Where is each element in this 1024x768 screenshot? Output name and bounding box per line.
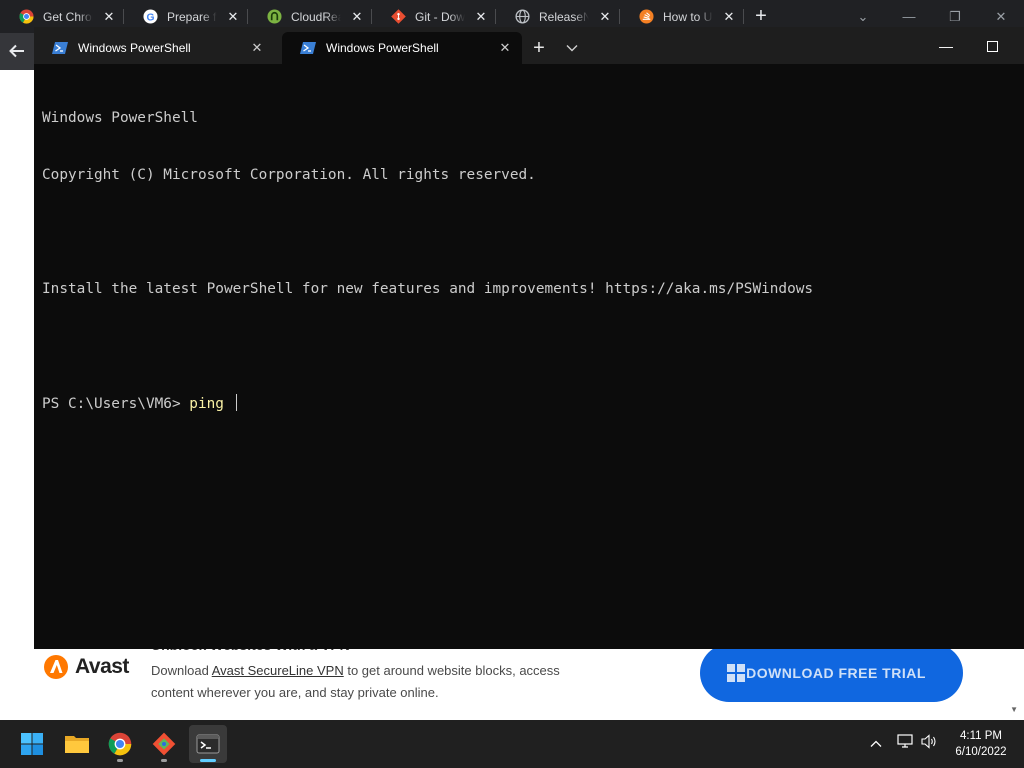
network-icon[interactable]	[892, 734, 918, 754]
cloudready-icon	[267, 9, 282, 24]
browser-tab-title: How to Uninstall	[663, 9, 713, 24]
ad-text-before: Download	[151, 663, 212, 678]
google-icon: G	[143, 9, 158, 24]
taskbar-clock[interactable]: 4:11 PM 6/10/2022	[940, 728, 1022, 760]
terminal-prompt: PS C:\Users\VM6>	[42, 396, 190, 412]
browser-tab-title: CloudReady	[291, 9, 341, 24]
terminal-line: Install the latest PowerShell for new fe…	[42, 281, 814, 297]
minimize-icon[interactable]: —	[923, 32, 969, 60]
browser-tab-title: Prepare for	[167, 9, 217, 24]
close-icon[interactable]: ✕	[102, 9, 116, 25]
terminal-line: Windows PowerShell	[42, 110, 198, 126]
stackoverflow-icon	[639, 9, 654, 24]
clock-date: 6/10/2022	[955, 746, 1007, 758]
terminal-tab-title: Windows PowerShell	[326, 41, 439, 55]
download-button-label: DOWNLOAD FREE TRIAL	[746, 664, 926, 681]
maximize-icon[interactable]	[969, 32, 1015, 60]
terminal-icon[interactable]	[189, 725, 227, 763]
svg-text:G: G	[146, 12, 154, 23]
close-icon[interactable]: ✕	[978, 9, 1024, 25]
close-icon[interactable]: ✕	[350, 9, 364, 25]
globe-icon	[515, 9, 530, 24]
windows-icon	[727, 664, 745, 682]
chrome-icon[interactable]	[101, 725, 139, 763]
avast-icon	[44, 655, 68, 679]
powershell-icon	[300, 42, 316, 54]
close-icon[interactable]: ✕	[250, 40, 264, 56]
running-indicator	[161, 759, 167, 762]
running-indicator	[200, 759, 216, 762]
chevron-down-icon[interactable]	[560, 32, 584, 64]
close-icon[interactable]: ✕	[498, 40, 512, 56]
start-icon[interactable]	[13, 725, 51, 763]
terminal-output[interactable]: Windows PowerShell Copyright (C) Microso…	[42, 71, 1015, 451]
restore-icon[interactable]: ❐	[932, 9, 978, 25]
minimize-icon[interactable]: —	[886, 9, 932, 24]
file-explorer-icon[interactable]	[58, 725, 96, 763]
ad-link[interactable]: Avast SecureLine VPN	[212, 663, 344, 678]
avast-logo[interactable]: Avast	[43, 654, 129, 680]
download-free-trial-button[interactable]: DOWNLOAD FREE TRIAL	[700, 644, 963, 702]
chevron-down-icon[interactable]: ⌄	[840, 9, 886, 25]
powershell-icon	[52, 42, 68, 54]
close-icon[interactable]: ✕	[722, 9, 736, 25]
chevron-up-icon[interactable]	[866, 735, 886, 753]
terminal-tab-title: Windows PowerShell	[78, 41, 191, 55]
browser-tab-title: ReleaseNotes	[539, 9, 589, 24]
close-icon[interactable]: ✕	[598, 9, 612, 25]
terminal-titlebar: Windows PowerShell ✕ Windows PowerShell …	[34, 27, 1024, 64]
terminal-prompt-line[interactable]: PS C:\Users\VM6> ping	[42, 394, 1015, 413]
scroll-down-arrow-icon[interactable]: ▼	[1010, 705, 1018, 714]
running-indicator	[117, 759, 123, 762]
close-icon[interactable]: ✕	[226, 9, 240, 25]
terminal-line: Copyright (C) Microsoft Corporation. All…	[42, 167, 536, 183]
terminal-tab-1[interactable]: Windows PowerShell ✕	[34, 32, 274, 64]
terminal-window: Windows PowerShell ✕ Windows PowerShell …	[34, 27, 1024, 649]
terminal-input[interactable]: ping	[189, 396, 232, 412]
close-icon[interactable]: ✕	[474, 9, 488, 25]
clock-time: 4:11 PM	[960, 730, 1002, 742]
terminal-new-tab-button[interactable]: +	[526, 32, 552, 64]
browser-tab-title: Get Chrome	[43, 9, 93, 24]
browser-tab-title: Git - Downloads	[415, 9, 465, 24]
chrome-icon	[19, 9, 34, 24]
text-cursor	[235, 394, 237, 411]
ad-text: Download Avast SecureLine VPN to get aro…	[151, 660, 601, 704]
git-gui-icon[interactable]	[145, 725, 183, 763]
terminal-tab-2[interactable]: Windows PowerShell ✕	[282, 32, 522, 64]
ad-brand: Avast	[75, 655, 129, 678]
git-icon	[391, 9, 406, 24]
system-tray	[866, 720, 940, 768]
volume-icon[interactable]	[918, 734, 940, 754]
back-arrow-icon[interactable]	[8, 42, 26, 66]
